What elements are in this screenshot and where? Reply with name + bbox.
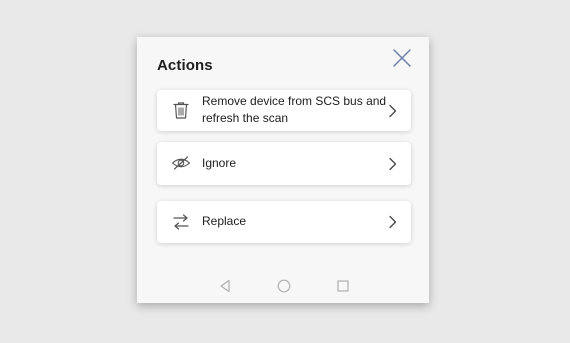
- trash-icon: [171, 100, 191, 120]
- swap-icon: [171, 212, 191, 232]
- home-icon: [277, 279, 291, 293]
- dialog-title: Actions: [157, 57, 213, 74]
- recents-icon: [337, 280, 349, 292]
- ignore-label: Ignore: [202, 156, 237, 170]
- chevron-right-icon: [387, 104, 399, 118]
- nav-back-button[interactable]: [217, 278, 233, 294]
- chevron-right-icon: [387, 215, 399, 229]
- back-icon: [220, 279, 230, 293]
- nav-home-button[interactable]: [276, 278, 292, 294]
- ignore-action[interactable]: Ignore: [157, 142, 411, 185]
- nav-recents-button[interactable]: [335, 278, 351, 294]
- actions-sheet: Actions Remove device from SCS bus and r…: [137, 37, 429, 303]
- phone-screen: Actions Remove device from SCS bus and r…: [137, 37, 429, 303]
- chevron-right-icon: [387, 157, 399, 171]
- eye-slash-icon: [171, 153, 191, 173]
- replace-action[interactable]: Replace: [157, 201, 411, 243]
- remove-device-label: Remove device from SCS bus and refresh t…: [202, 94, 387, 125]
- remove-device-action[interactable]: Remove device from SCS bus and refresh t…: [157, 90, 411, 131]
- close-icon: [393, 49, 411, 67]
- replace-label: Replace: [202, 214, 247, 228]
- system-nav-bar: [137, 275, 429, 297]
- close-button[interactable]: [391, 47, 413, 69]
